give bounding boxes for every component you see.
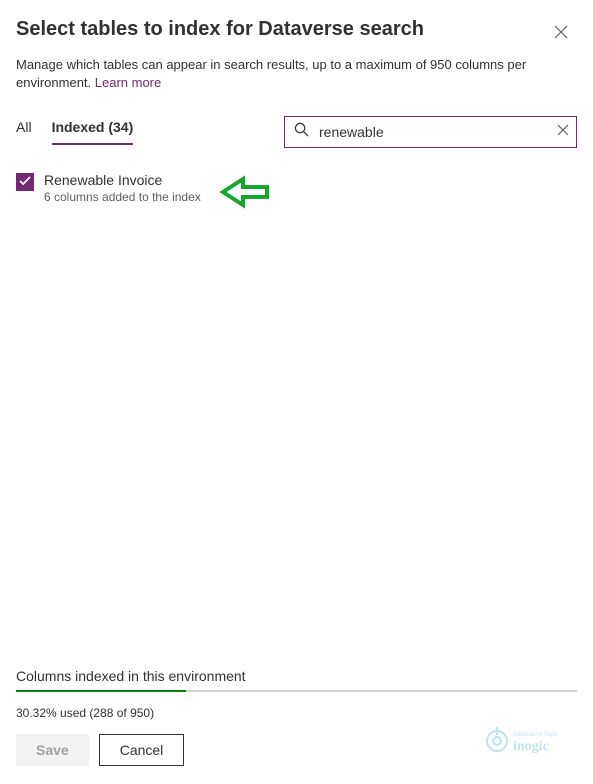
search-icon xyxy=(294,122,309,142)
save-button: Save xyxy=(16,734,89,766)
tab-all[interactable]: All xyxy=(16,119,32,145)
checkmark-icon xyxy=(19,173,31,191)
row-title: Renewable Invoice xyxy=(44,172,201,188)
clear-search-button[interactable] xyxy=(557,123,569,141)
page-subtitle: Manage which tables can appear in search… xyxy=(0,50,593,92)
svg-text:innovative logic: innovative logic xyxy=(513,730,558,738)
annotation-arrow-icon xyxy=(219,175,269,214)
row-text: Renewable Invoice 6 columns added to the… xyxy=(44,172,201,204)
tabs: All Indexed (34) xyxy=(16,119,133,145)
page-title: Select tables to index for Dataverse sea… xyxy=(16,18,424,41)
progress-bar xyxy=(16,690,577,692)
close-icon xyxy=(557,123,569,140)
table-row[interactable]: Renewable Invoice 6 columns added to the… xyxy=(16,172,577,204)
row-checkbox[interactable] xyxy=(16,173,34,191)
row-subtitle: 6 columns added to the index xyxy=(44,190,201,204)
search-field xyxy=(284,116,577,148)
learn-more-link[interactable]: Learn more xyxy=(95,75,161,90)
close-button[interactable] xyxy=(545,18,577,50)
footer-label: Columns indexed in this environment xyxy=(16,668,577,684)
svg-text:inogic: inogic xyxy=(513,739,549,754)
close-icon xyxy=(554,25,568,44)
usage-text: 30.32% used (288 of 950) xyxy=(16,706,577,720)
tab-indexed[interactable]: Indexed (34) xyxy=(52,119,134,145)
watermark-logo: innovative logic inogic xyxy=(485,723,585,760)
search-input[interactable] xyxy=(284,116,577,148)
cancel-button[interactable]: Cancel xyxy=(99,734,185,766)
progress-fill xyxy=(16,690,186,692)
subtitle-text: Manage which tables can appear in search… xyxy=(16,57,526,90)
